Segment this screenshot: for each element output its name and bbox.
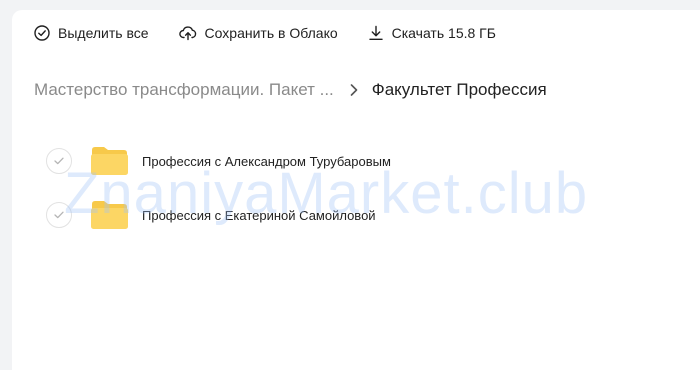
check-icon xyxy=(54,157,64,165)
select-checkbox[interactable] xyxy=(46,148,72,174)
select-all-label: Выделить все xyxy=(58,25,149,41)
item-name: Профессия с Александром Турубаровым xyxy=(142,153,391,169)
breadcrumb: Мастерство трансформации. Пакет ... Факу… xyxy=(34,80,547,100)
toolbar: Выделить все Сохранить в Облако Скачать … xyxy=(34,22,526,44)
folder-icon xyxy=(91,201,128,229)
list-item[interactable]: Профессия с Александром Турубаровым xyxy=(46,144,606,178)
list-item[interactable]: Профессия с Екатериной Самойловой xyxy=(46,198,606,232)
item-name: Профессия с Екатериной Самойловой xyxy=(142,207,376,223)
select-all-button[interactable]: Выделить все xyxy=(34,25,149,41)
folder-icon xyxy=(91,147,128,175)
download-button[interactable]: Скачать 15.8 ГБ xyxy=(368,25,496,41)
file-list: Профессия с Александром Турубаровым Проф… xyxy=(46,144,606,252)
check-circle-icon xyxy=(34,25,50,41)
breadcrumb-current: Факультет Профессия xyxy=(371,80,547,99)
cloud-upload-icon xyxy=(178,26,196,41)
save-to-cloud-label: Сохранить в Облако xyxy=(204,25,338,41)
check-icon xyxy=(54,211,64,219)
download-icon xyxy=(368,25,383,40)
select-checkbox[interactable] xyxy=(46,202,72,228)
download-label: Скачать 15.8 ГБ xyxy=(391,25,496,41)
save-to-cloud-button[interactable]: Сохранить в Облако xyxy=(178,25,338,41)
breadcrumb-parent-link[interactable]: Мастерство трансформации. Пакет ... xyxy=(34,80,334,100)
file-browser-panel: Выделить все Сохранить в Облако Скачать … xyxy=(12,10,700,370)
chevron-right-icon xyxy=(350,84,358,96)
